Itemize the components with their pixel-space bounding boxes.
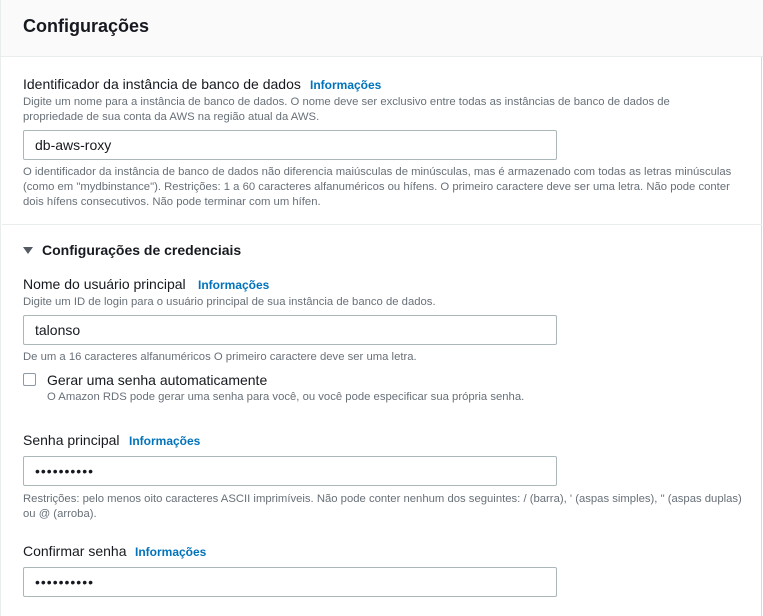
db-identifier-label: Identificador da instância de banco de d…: [23, 76, 301, 92]
panel-header: Configurações: [1, 0, 763, 57]
db-identifier-info-link[interactable]: Informações: [310, 78, 381, 92]
panel-title: Configurações: [23, 16, 150, 36]
password-constraints: Restrições: pelo menos oito caracteres A…: [23, 493, 742, 521]
db-identifier-description: Digite um nome para a instância de banco…: [23, 96, 670, 124]
username-label: Nome do usuário principal: [23, 276, 186, 292]
confirm-password-info-link[interactable]: Informações: [135, 545, 206, 559]
settings-panel: Configurações Identificador da instância…: [0, 0, 763, 616]
auto-password-description: O Amazon RDS pode gerar uma senha para v…: [47, 391, 525, 403]
section-divider: [2, 224, 762, 225]
username-description: Digite um ID de login para o usuário pri…: [23, 296, 436, 308]
username-info-link[interactable]: Informações: [198, 278, 269, 292]
auto-password-checkbox[interactable]: [23, 373, 36, 386]
confirm-password-input[interactable]: [23, 567, 557, 597]
password-label: Senha principal: [23, 432, 120, 448]
password-info-link[interactable]: Informações: [129, 434, 200, 448]
confirm-password-label: Confirmar senha: [23, 543, 127, 559]
username-constraints: De um a 16 caracteres alfanuméricos O pr…: [23, 351, 417, 363]
credentials-section-toggle[interactable]: Configurações de credenciais: [23, 240, 241, 260]
caret-down-icon: [23, 246, 33, 254]
username-input[interactable]: [23, 315, 557, 345]
credentials-section-title: Configurações de credenciais: [42, 242, 242, 258]
auto-password-label[interactable]: Gerar uma senha automaticamente: [47, 372, 267, 388]
db-identifier-input[interactable]: [23, 130, 557, 160]
password-input[interactable]: [23, 456, 557, 486]
db-identifier-constraints: O identificador da instância de banco de…: [23, 166, 732, 209]
